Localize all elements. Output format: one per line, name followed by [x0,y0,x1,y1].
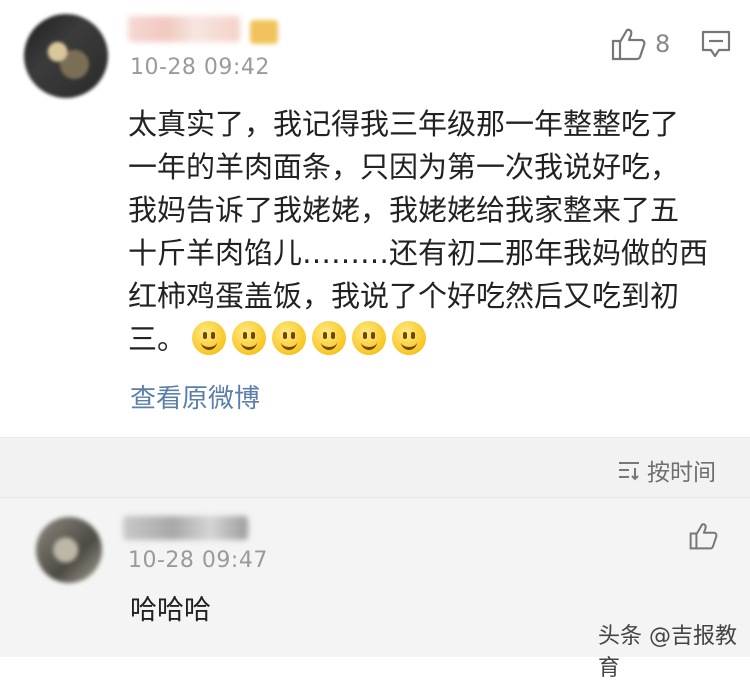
comment-line: 三。 [128,322,187,356]
sort-by-time-button[interactable]: 按时间 [617,453,716,487]
comment-line: 太真实了，我记得我三年级那一年整整吃了 [128,107,680,141]
comment-body: 太真实了，我记得我三年级那一年整整吃了 一年的羊肉面条，只因为第一次我说好吃， … [128,103,728,361]
reply-like-button[interactable] [688,522,718,550]
reply-user-name[interactable] [123,516,248,540]
reply-text: 哈哈哈 [130,595,211,626]
smile-emoji-icon [392,321,427,355]
comment-line: 一年的羊肉面条，只因为第一次我说好吃， [128,150,680,184]
commenter-avatar[interactable] [24,14,108,98]
source-watermark: 头条 @吉报教育 [598,624,737,681]
comment-line-last: 三。 [128,318,728,361]
user-badge-icon [250,20,278,44]
smile-emoji-icon [312,321,347,355]
like-button[interactable] [610,27,646,61]
reply-time: 10-28 09:47 [128,548,268,573]
comment-line: 红柿鸡蛋盖饭，我说了个好吃然后又吃到初 [128,279,680,313]
sort-icon [619,462,639,481]
comment-line: 十斤羊肉馅儿………还有初二那年我妈做的西 [128,236,709,270]
smile-emoji-icon [232,321,267,355]
smile-emoji-icon [192,321,227,355]
reply-button[interactable] [701,30,731,58]
reply-avatar[interactable] [36,517,102,583]
thumbs-up-icon [689,523,718,550]
sort-label: 按时间 [647,460,716,486]
comment-icon [701,30,731,58]
like-count: 8 [655,30,671,58]
comment-line: 我妈告诉了我姥姥，我姥姥给我家整来了五 [128,193,680,227]
thumbs-up-icon [611,28,646,61]
comment-time: 10-28 09:42 [130,55,270,80]
smile-emoji-icon [352,321,387,355]
smile-emoji-icon [272,321,307,355]
view-original-link[interactable]: 查看原微博 [130,378,260,415]
commenter-name[interactable] [128,16,240,42]
